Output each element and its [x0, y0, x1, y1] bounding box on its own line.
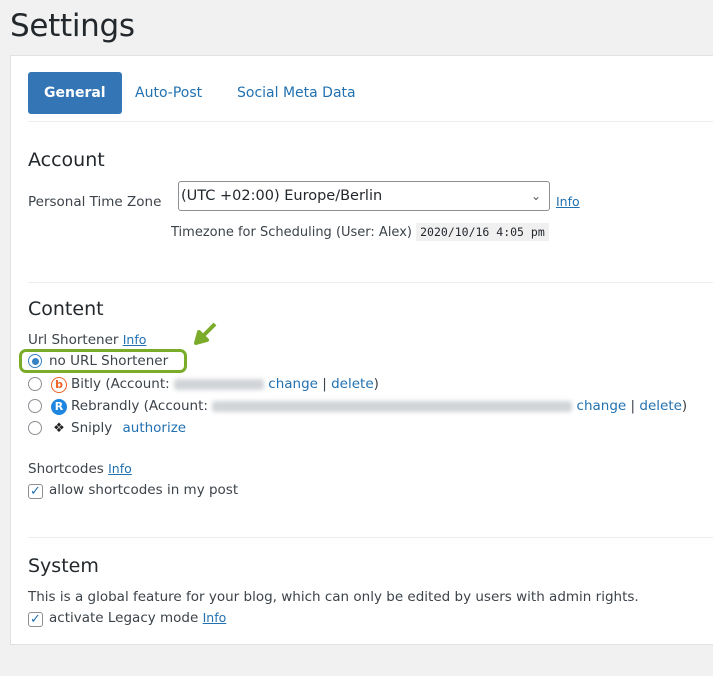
bitly-change-link[interactable]: change — [268, 376, 318, 392]
bitly-delete-link[interactable]: delete — [331, 376, 374, 392]
option-label: Sniply — [71, 420, 113, 436]
timezone-value: (UTC +02:00) Europe/Berlin — [181, 188, 383, 204]
scheduling-row: Timezone for Scheduling (User: Alex) 202… — [171, 223, 549, 241]
page-title: Settings — [10, 8, 135, 44]
timezone-select[interactable]: (UTC +02:00) Europe/Berlin ⌄ — [178, 181, 550, 211]
divider — [28, 537, 713, 538]
timezone-info-link[interactable]: Info — [556, 194, 580, 209]
radio-bitly[interactable] — [28, 377, 42, 391]
shortcodes-label: Shortcodes — [28, 461, 104, 477]
divider — [28, 282, 713, 283]
rebrandly-change-link[interactable]: change — [577, 398, 627, 414]
legacy-mode-checkbox[interactable]: ✓ — [28, 612, 43, 627]
system-heading: System — [28, 555, 99, 577]
allow-shortcodes-checkbox[interactable]: ✓ — [28, 484, 43, 499]
radio-sniply[interactable] — [28, 421, 42, 435]
shortcodes-row: Shortcodes Info — [28, 461, 132, 477]
tab-general[interactable]: General — [28, 72, 122, 114]
radio-rebrandly[interactable] — [28, 399, 42, 413]
legacy-mode-row: activate Legacy mode Info — [49, 610, 226, 626]
scheduling-time: 2020/10/16 4:05 pm — [416, 223, 549, 241]
url-shortener-row: Url Shortener Info — [28, 332, 146, 348]
sniply-authorize-link[interactable]: authorize — [122, 420, 186, 436]
redacted-account — [173, 378, 264, 390]
radio-no-shortener[interactable] — [28, 354, 42, 368]
divider — [28, 121, 713, 122]
url-shortener-label: Url Shortener — [28, 332, 119, 348]
system-description: This is a global feature for your blog, … — [28, 589, 639, 605]
tab-social-meta-data[interactable]: Social Meta Data — [237, 72, 356, 114]
allow-shortcodes-label: allow shortcodes in my post — [49, 482, 239, 498]
account-heading: Account — [28, 149, 105, 171]
chevron-down-icon: ⌄ — [530, 189, 541, 203]
content-heading: Content — [28, 298, 104, 320]
scheduling-text: Timezone for Scheduling (User: Alex) — [171, 225, 412, 240]
url-shortener-info-link[interactable]: Info — [123, 332, 147, 347]
sniply-icon: ❖ — [51, 421, 67, 437]
timezone-label: Personal Time Zone — [28, 194, 162, 210]
option-label: no URL Shortener — [49, 353, 169, 369]
redacted-account — [212, 400, 573, 412]
arrow-icon — [194, 322, 217, 345]
option-label: Bitly (Account: — [71, 376, 170, 392]
shortcodes-info-link[interactable]: Info — [108, 461, 132, 476]
rebrandly-delete-link[interactable]: delete — [639, 398, 682, 414]
rebrandly-icon: R — [51, 399, 67, 415]
tab-auto-post[interactable]: Auto-Post — [135, 72, 202, 114]
settings-panel: General Auto-Post Social Meta Data Accou… — [10, 55, 713, 645]
legacy-info-link[interactable]: Info — [203, 610, 227, 625]
legacy-mode-label: activate Legacy mode — [49, 610, 199, 626]
option-label: Rebrandly (Account: — [71, 398, 208, 414]
bitly-icon: b — [51, 377, 67, 393]
